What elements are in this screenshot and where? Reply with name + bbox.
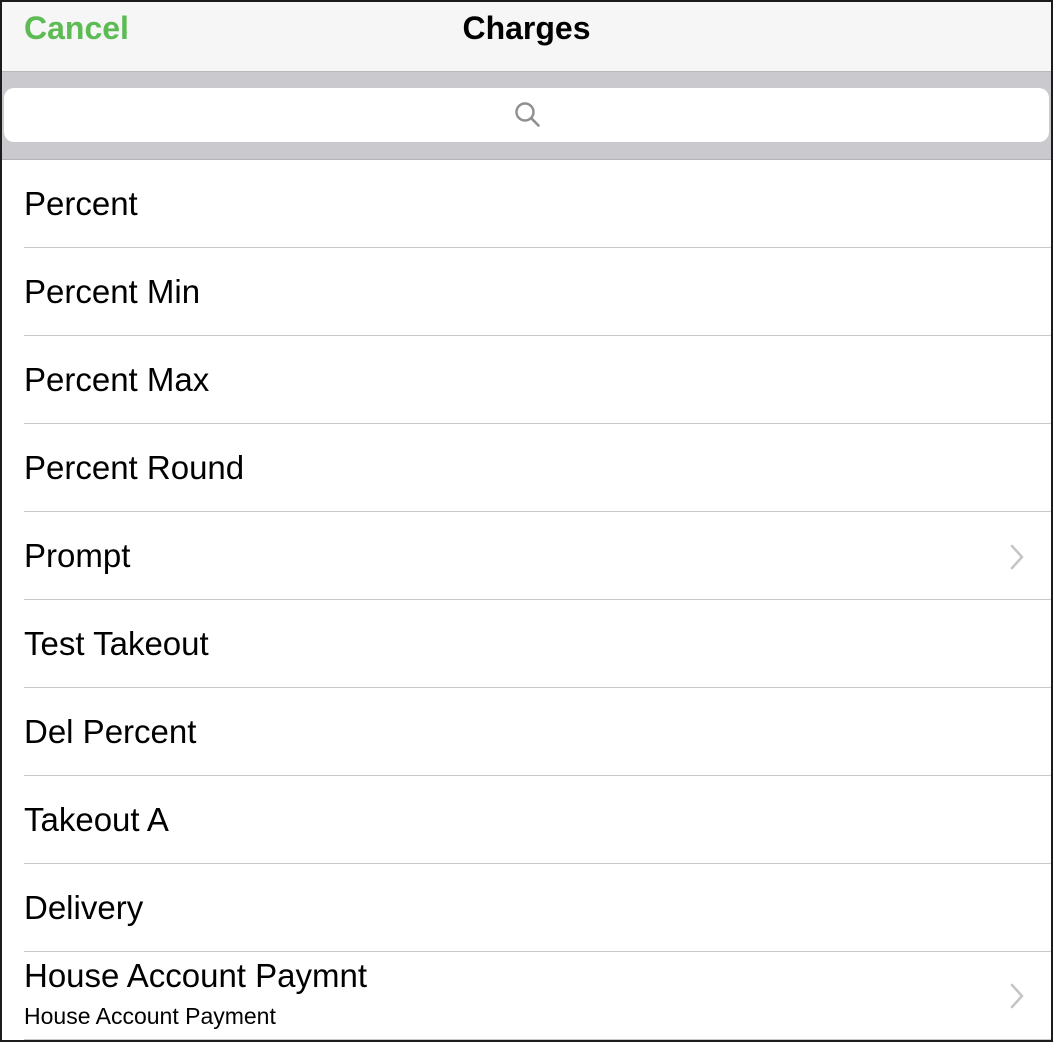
list-item-label: Percent	[24, 185, 138, 222]
list-item[interactable]: Percent Min	[2, 248, 1051, 336]
list-item-label: Test Takeout	[24, 625, 209, 662]
list-item-label: Prompt	[24, 537, 131, 574]
list-item-subtitle: House Account Payment	[24, 1003, 276, 1029]
search-bar	[2, 72, 1051, 160]
list-item[interactable]: Takeout A	[2, 776, 1051, 864]
list-item-label: Delivery	[24, 889, 144, 926]
list-item-label: Takeout A	[24, 801, 169, 838]
list-item[interactable]: Delivery	[2, 864, 1051, 952]
chevron-right-icon	[1010, 544, 1024, 570]
page-title: Charges	[462, 10, 591, 46]
search-input[interactable]	[4, 88, 1049, 142]
search-icon	[514, 102, 540, 127]
list-item[interactable]: House Account Paymnt House Account Paymen…	[2, 952, 1051, 1040]
list-item[interactable]: Del Percent	[2, 688, 1051, 776]
charges-list: Percent Percent Min Percent Max Percent Rou…	[2, 160, 1051, 1040]
list-item-label: Percent Min	[24, 273, 201, 310]
list-item-label: House Account Paymnt	[24, 957, 368, 994]
list-item-label: Percent Max	[24, 361, 210, 398]
list-item-label: Percent Round	[24, 449, 245, 486]
list-item[interactable]: Percent Max	[2, 336, 1051, 424]
list-item[interactable]: Percent Round	[2, 424, 1051, 512]
navigation-bar: Cancel Charges	[2, 2, 1051, 72]
charges-picker-window: Cancel Charges Percent Percent Min Percent…	[0, 0, 1053, 1042]
list-item[interactable]: Prompt	[2, 512, 1051, 600]
list-item-label: Del Percent	[24, 713, 197, 750]
list-item[interactable]: Test Takeout	[2, 600, 1051, 688]
list-item[interactable]: Percent	[2, 160, 1051, 248]
chevron-right-icon	[1010, 983, 1024, 1009]
